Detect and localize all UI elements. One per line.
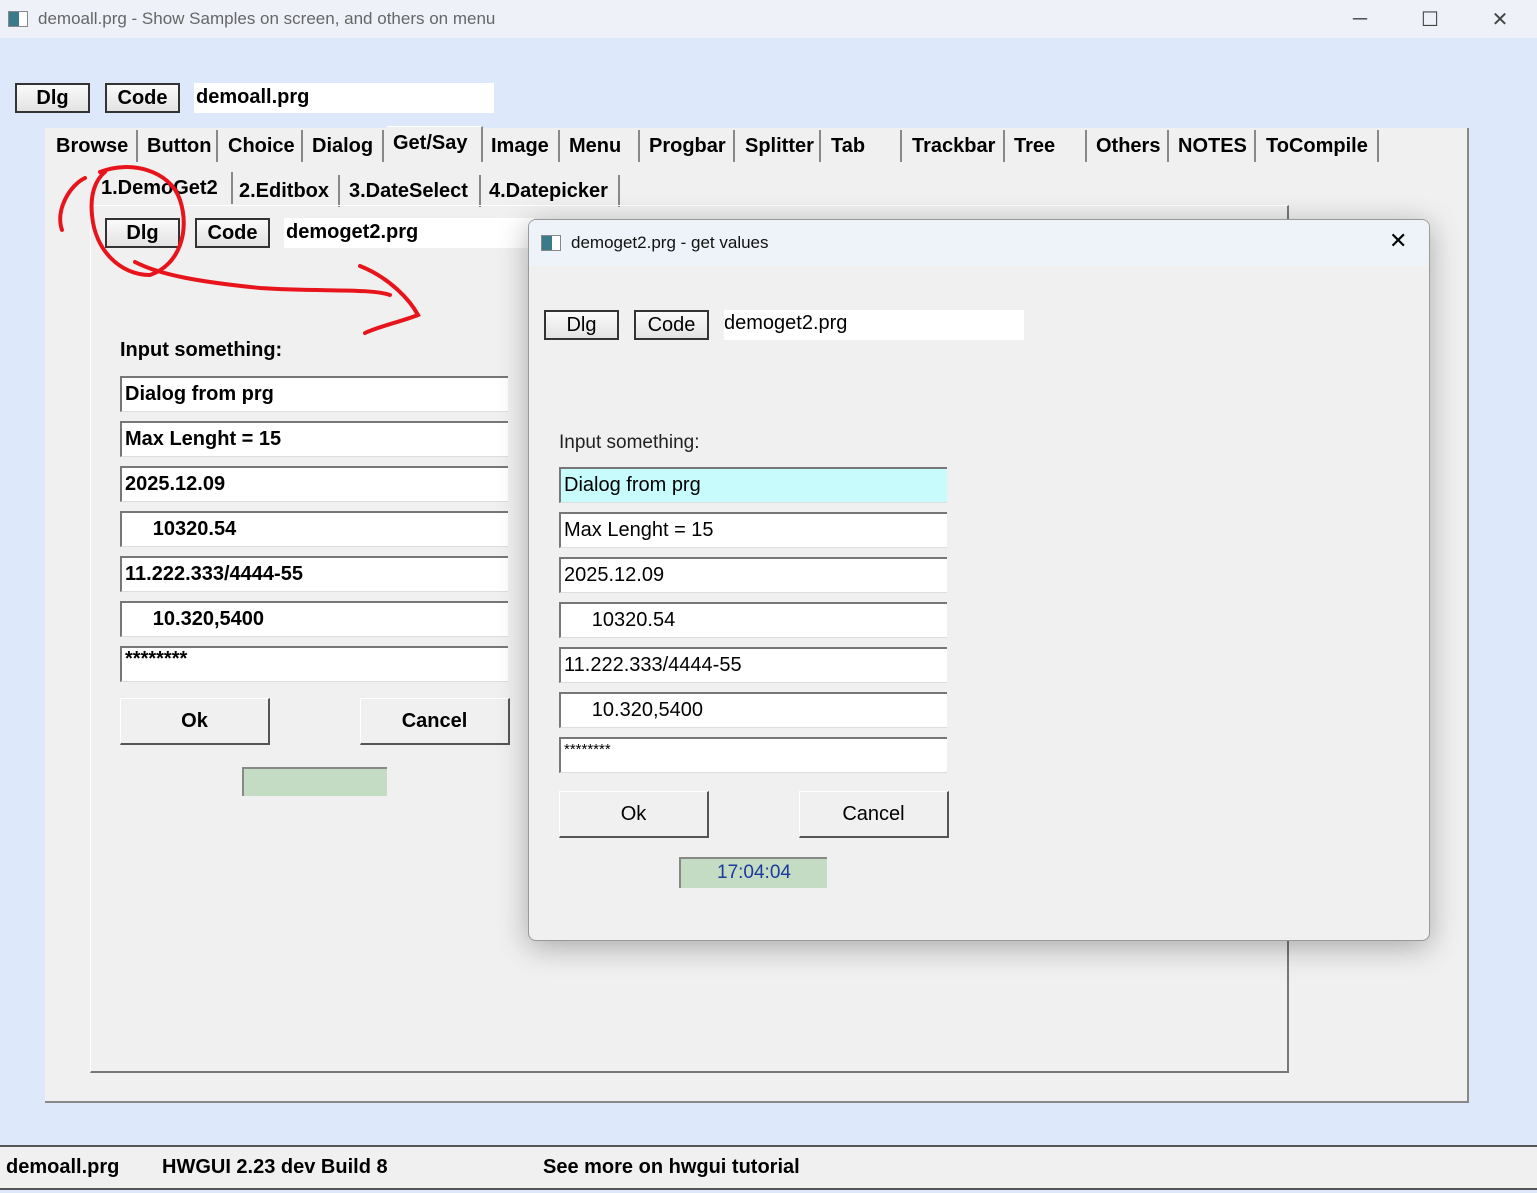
dialog-get-number[interactable]: 10320.54 (559, 602, 947, 638)
dialog-app-icon (541, 235, 561, 251)
dialog-file-field: demoget2.prg (724, 310, 1024, 340)
status-version: HWGUI 2.23 dev Build 8 (162, 1156, 388, 1178)
dialog-get-mask[interactable]: 11.222.333/4444-55 (559, 647, 947, 683)
dialog-get-text[interactable]: Dialog from prg (559, 467, 947, 503)
dialog-cancel-button[interactable]: Cancel (799, 791, 949, 838)
dialog-get-date[interactable]: 2025.12.09 (559, 557, 947, 593)
dialog-get-maxlength[interactable]: Max Lenght = 15 (559, 512, 947, 548)
status-hint: See more on hwgui tutorial (543, 1156, 800, 1178)
dialog-title-bar: demoget2.prg - get values (529, 220, 1429, 266)
get-values-dialog: demoget2.prg - get values ✕ Dlg Code dem… (528, 219, 1430, 941)
dialog-clock-display: 17:04:04 (679, 857, 827, 888)
dialog-code-button[interactable]: Code (634, 310, 709, 340)
dialog-get-password[interactable]: ******** (559, 737, 947, 773)
dialog-get-decimal[interactable]: 10.320,5400 (559, 692, 947, 728)
dialog-input-label: Input something: (559, 432, 700, 453)
dialog-dlg-button[interactable]: Dlg (544, 310, 619, 340)
status-bar: demoall.prg HWGUI 2.23 dev Build 8 See m… (0, 1145, 1537, 1190)
dialog-close-button[interactable]: ✕ (1389, 228, 1407, 254)
dialog-title: demoget2.prg - get values (571, 233, 769, 252)
status-file: demoall.prg (6, 1156, 120, 1178)
dialog-ok-button[interactable]: Ok (559, 791, 709, 838)
